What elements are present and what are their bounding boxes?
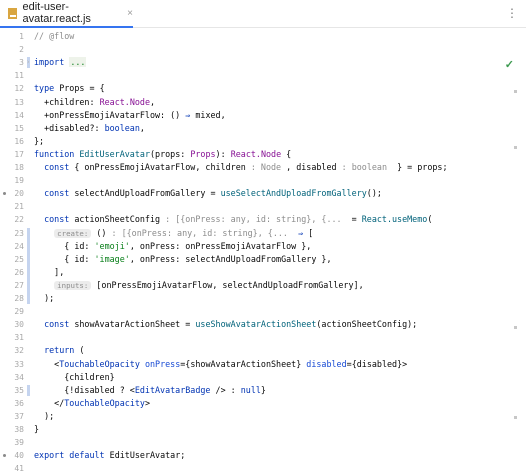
code-line[interactable]: { id: 'emoji', onPress: onPressEmojiAvat… (34, 240, 311, 253)
more-options-icon[interactable]: ⋮ (506, 6, 518, 20)
line-number: 40 (14, 451, 24, 461)
line-number: 11 (14, 71, 24, 81)
code-line[interactable]: ); (34, 292, 54, 305)
code-line[interactable]: const selectAndUploadFromGallery = useSe… (34, 187, 382, 200)
line-number: 12 (14, 84, 24, 94)
line-number: 30 (14, 320, 24, 330)
line-number: 34 (14, 372, 24, 382)
code-line[interactable]: +children: React.Node, (34, 96, 155, 109)
editor-tab-bar: edit-user-avatar.react.js × ⋮ (0, 0, 526, 28)
code-line[interactable]: create: () : [{onPress: any, id: string}… (34, 227, 313, 240)
javascript-file-icon (8, 7, 18, 19)
line-number: 2 (19, 45, 24, 55)
code-line[interactable]: export default EditUserAvatar; (34, 449, 185, 462)
code-line[interactable]: ); (34, 410, 54, 423)
code-line[interactable]: import ... (34, 56, 87, 69)
line-number: 38 (14, 425, 24, 434)
line-number: 17 (14, 149, 24, 159)
code-line[interactable]: inputs: [onPressEmojiAvatarFlow, selectA… (34, 279, 364, 292)
line-number: 15 (14, 123, 24, 133)
line-number: 18 (14, 163, 24, 172)
line-number: 29 (14, 307, 24, 317)
code-line[interactable]: const showAvatarActionSheet = useShowAva… (34, 318, 417, 331)
line-number: 22 (14, 215, 24, 225)
fold-chevron-icon[interactable]: › (26, 56, 30, 69)
code-line[interactable]: const { onPressEmojiAvatarFlow, children… (34, 161, 447, 174)
code-line[interactable]: function EditUserAvatar(props: Props): R… (34, 148, 291, 161)
line-number: 14 (14, 110, 24, 120)
line-number: 3 (19, 58, 24, 68)
code-line[interactable]: {children} (34, 371, 114, 384)
line-number: 33 (14, 359, 24, 369)
tab-label: edit-user-avatar.react.js (22, 1, 91, 25)
line-number: 28 (14, 294, 24, 303)
code-line[interactable]: </TouchableOpacity> (34, 397, 150, 410)
line-number: 37 (14, 411, 24, 421)
code-line[interactable]: } (34, 423, 39, 436)
line-number: 39 (14, 438, 24, 448)
code-line[interactable]: { id: 'image', onPress: selectAndUploadF… (34, 253, 331, 266)
code-line[interactable]: {!disabled ? <EditAvatarBadge /> : null} (34, 384, 266, 397)
line-number: 27 (14, 280, 24, 290)
line-number: 25 (14, 254, 24, 264)
code-editor[interactable]: ✓ 1 // @flow 2 3 › import ... 11 12 type… (0, 28, 526, 476)
line-number: 16 (14, 136, 24, 146)
line-number: 20 (14, 189, 24, 199)
param-hint: create: (54, 228, 92, 238)
param-hint: inputs: (54, 280, 92, 290)
tab-edit-user-avatar[interactable]: edit-user-avatar.react.js × (0, 0, 133, 28)
code-line[interactable]: return ( (34, 344, 84, 357)
line-number: 41 (14, 464, 24, 474)
code-line[interactable]: }; (34, 135, 44, 148)
code-line[interactable]: +disabled?: boolean, (34, 122, 145, 135)
line-number: 24 (14, 241, 24, 251)
line-number: 31 (14, 333, 24, 343)
close-tab-icon[interactable]: × (127, 8, 133, 19)
line-number: 23 (14, 228, 24, 238)
line-number: 36 (14, 398, 24, 408)
code-line[interactable]: // @flow (34, 30, 74, 43)
line-number: 32 (14, 346, 24, 356)
line-number: 26 (14, 267, 24, 277)
code-line[interactable]: <TouchableOpacity onPress={showAvatarAct… (34, 358, 407, 371)
line-number: 19 (14, 176, 24, 186)
code-line[interactable]: type Props = { (34, 82, 105, 95)
line-number: 1 (19, 32, 24, 41)
code-line[interactable]: const actionSheetConfig : [{onPress: any… (34, 213, 432, 226)
line-number: 13 (14, 97, 24, 107)
line-number: 35 (14, 385, 24, 395)
line-number: 21 (14, 202, 24, 212)
code-line[interactable]: ], (34, 266, 64, 279)
code-line[interactable]: +onPressEmojiAvatarFlow: () ⇒ mixed, (34, 109, 226, 122)
folded-imports[interactable]: ... (69, 57, 87, 68)
